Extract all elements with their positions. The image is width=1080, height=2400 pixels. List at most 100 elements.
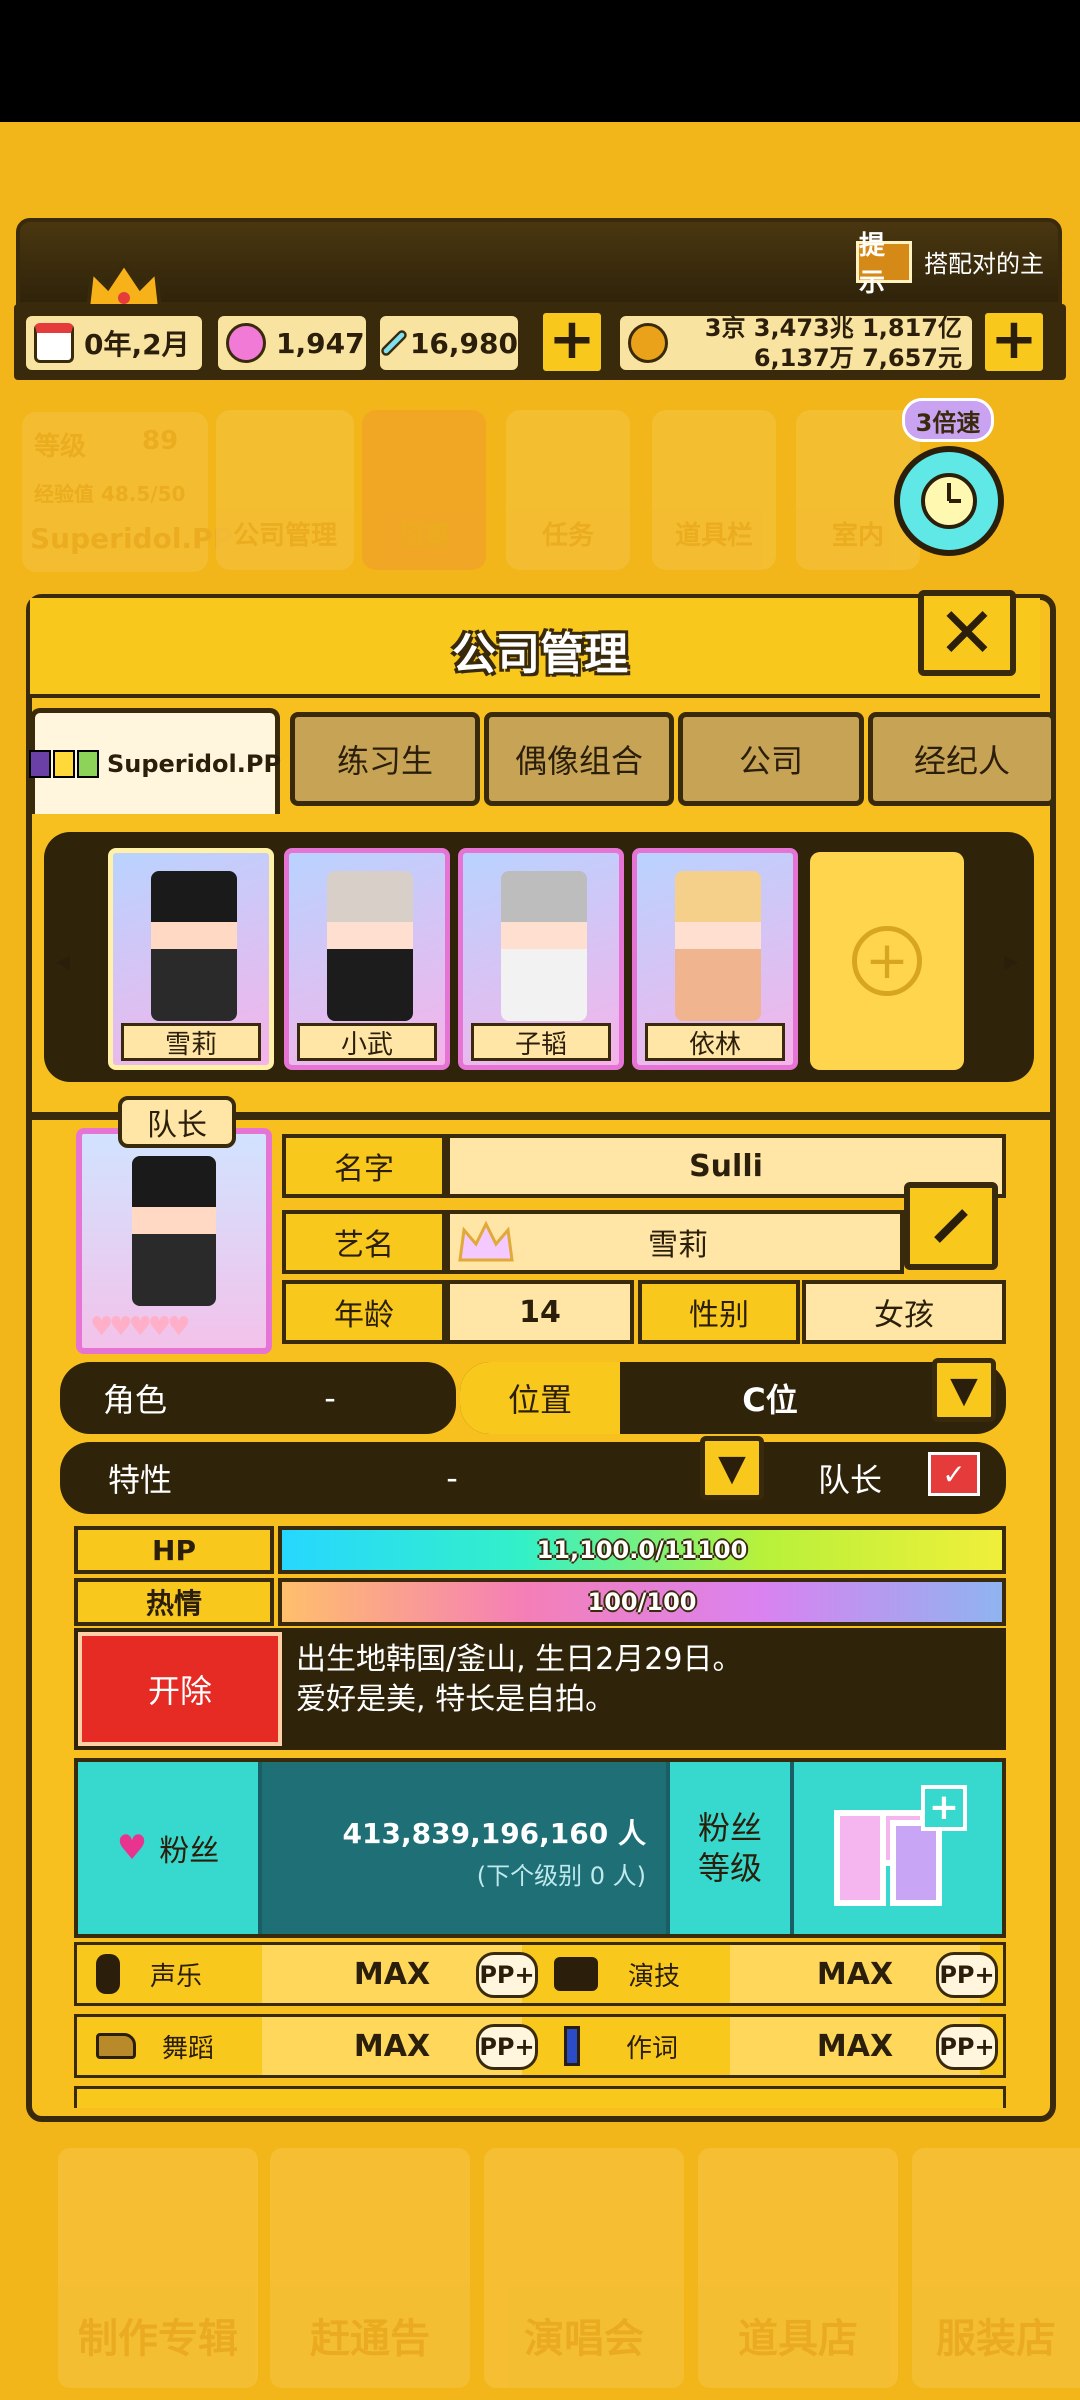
nav-clothing-shop[interactable]: 服装店 — [912, 2148, 1080, 2388]
date-value: 0年,2月 — [84, 328, 190, 361]
tab-agency[interactable]: Superidol.PP — [28, 708, 281, 814]
blue-gem-count: 16,980 — [409, 326, 518, 360]
add-gems-button[interactable]: + — [538, 308, 606, 376]
dance-stat: 舞蹈 — [96, 2014, 256, 2078]
menu-tasks[interactable]: 任务 — [506, 410, 630, 570]
tab-company[interactable]: 公司 — [678, 712, 864, 806]
chevron-down-icon: ▼ — [718, 1447, 746, 1489]
pink-gem-icon — [226, 323, 266, 363]
carousel-right-arrow-icon[interactable]: ▸ — [1004, 944, 1018, 977]
passion-bar: 100/100 — [278, 1578, 1006, 1626]
trait-dropdown-button[interactable]: ▼ — [700, 1436, 764, 1500]
add-member-card[interactable]: + — [810, 852, 964, 1070]
hp-label: HP — [74, 1526, 274, 1574]
stage-name-value: 雪莉 — [648, 1228, 708, 1263]
level-label: 等级 — [34, 432, 87, 462]
nav-item-shop[interactable]: 道具店 — [698, 2148, 898, 2388]
add-circle-icon: + — [852, 926, 922, 996]
agency-name: Superidol.PP — [30, 522, 234, 555]
fans-label: 粉丝 — [159, 1834, 220, 1869]
position-label: 位置 — [460, 1362, 620, 1434]
dance-label: 舞蹈 — [162, 2033, 215, 2064]
member-figure — [151, 871, 237, 1021]
captain-tag: 队长 — [118, 1096, 236, 1148]
money-line-1: 3京 3,473兆 1,817亿 — [704, 314, 962, 342]
vocal-pp-plus-button[interactable]: PP+ — [476, 1952, 538, 1998]
blue-gem-display: 16,980 — [376, 312, 522, 374]
nav-schedule[interactable]: 赶通告 — [270, 2148, 470, 2388]
tip-text: 搭配对的主 — [924, 250, 1044, 278]
age-value: 14 — [446, 1280, 634, 1344]
passion-label: 热情 — [74, 1578, 274, 1626]
age-label: 年龄 — [282, 1280, 446, 1344]
money-line-2: 6,137万 7,657元 — [753, 344, 962, 372]
lyrics-stat: 作词 — [564, 2014, 724, 2078]
position-dropdown-button[interactable]: ▼ — [932, 1358, 996, 1422]
role-value: - — [324, 1379, 336, 1417]
stopwatch-icon[interactable] — [894, 446, 1004, 556]
bio-text: 出生地韩国/釜山, 生日2月29日。 爱好是美, 特长是自拍。 — [296, 1640, 996, 1720]
hp-text: 11,100.0/11100 — [536, 1536, 748, 1564]
coin-icon — [628, 323, 668, 363]
member-card[interactable]: 雪莉 — [108, 848, 274, 1070]
member-figure — [675, 871, 761, 1021]
captain-checkbox[interactable]: ✓ — [928, 1452, 980, 1496]
group-icon — [28, 749, 99, 778]
hearts-icon: ♥♥♥♥♥ — [90, 1312, 191, 1342]
acting-label: 演技 — [628, 1961, 681, 1992]
bio-line-2: 爱好是美, 特长是自拍。 — [296, 1682, 616, 1717]
blue-gem-icon — [379, 328, 409, 358]
stage-name-label: 艺名 — [282, 1210, 446, 1274]
fans-level-pp-icon[interactable]: + — [794, 1762, 1002, 1934]
dance-pp-plus-button[interactable]: PP+ — [476, 2024, 538, 2070]
menu-recruit[interactable]: 招募 — [362, 410, 486, 570]
member-name: 依林 — [645, 1023, 785, 1061]
captain-label: 队长 — [817, 1461, 882, 1499]
add-money-button[interactable]: + — [980, 308, 1048, 376]
acting-pp-plus-button[interactable]: PP+ — [936, 1952, 998, 1998]
speed-label: 3倍速 — [902, 398, 994, 442]
gender-value: 女孩 — [802, 1280, 1006, 1344]
pink-gem-display: 1,947 — [214, 312, 370, 374]
fans-level-label: 粉丝 等级 — [670, 1762, 790, 1934]
member-card[interactable]: 小武 — [284, 848, 450, 1070]
edit-button[interactable] — [904, 1182, 998, 1270]
gender-label: 性别 — [638, 1280, 800, 1344]
tab-managers[interactable]: 经纪人 — [868, 712, 1056, 806]
chevron-down-icon: ▼ — [950, 1369, 978, 1411]
role-label: 角色 — [102, 1381, 167, 1419]
heart-icon: ♥ — [116, 1828, 148, 1868]
exp-label: 经验值 48.5/50 — [34, 482, 186, 506]
fans-level-label-2: 等级 — [697, 1849, 762, 1887]
member-card[interactable]: 子韬 — [458, 848, 624, 1070]
tip-badge[interactable]: 提示 — [856, 231, 912, 298]
hp-bar: 11,100.0/11100 — [278, 1526, 1006, 1574]
menu-company-management[interactable]: 公司管理 — [216, 410, 354, 570]
pen-icon — [564, 2026, 580, 2066]
tab-idol-groups[interactable]: 偶像组合 — [484, 712, 674, 806]
trait-value: - — [446, 1459, 458, 1497]
level-value: 89 — [142, 426, 179, 456]
member-name: 子韬 — [471, 1023, 611, 1061]
fans-next-level: (下个级别 0 人) — [476, 1862, 646, 1890]
level-box: 等级 89 经验值 48.5/50 Superidol.PP — [22, 412, 233, 572]
tab-trainees[interactable]: 练习生 — [290, 712, 480, 806]
nav-concert[interactable]: 演唱会 — [484, 2148, 684, 2388]
carousel-left-arrow-icon[interactable]: ◂ — [56, 944, 70, 977]
member-name: 小武 — [297, 1023, 437, 1061]
member-figure — [501, 871, 587, 1021]
position-value: C位 — [742, 1381, 798, 1419]
menu-inventory[interactable]: 道具栏 — [652, 410, 776, 570]
fans-count-box: 413,839,196,160 人 (下个级别 0 人) — [262, 1762, 666, 1934]
member-card[interactable]: 依林 — [632, 848, 798, 1070]
portrait-figure — [132, 1156, 216, 1306]
camera-icon — [554, 1957, 598, 1991]
lyrics-pp-plus-button[interactable]: PP+ — [936, 2024, 998, 2070]
fire-button[interactable]: 开除 — [78, 1632, 282, 1746]
nav-produce-album[interactable]: 制作专辑 — [58, 2148, 258, 2388]
fans-label-box: ♥ 粉丝 — [78, 1762, 258, 1934]
fans-level-label-1: 粉丝 — [697, 1809, 762, 1847]
close-button[interactable]: ✕ — [918, 590, 1016, 676]
status-bar — [0, 0, 1080, 122]
fans-count: 413,839,196,160 人 — [342, 1817, 646, 1850]
